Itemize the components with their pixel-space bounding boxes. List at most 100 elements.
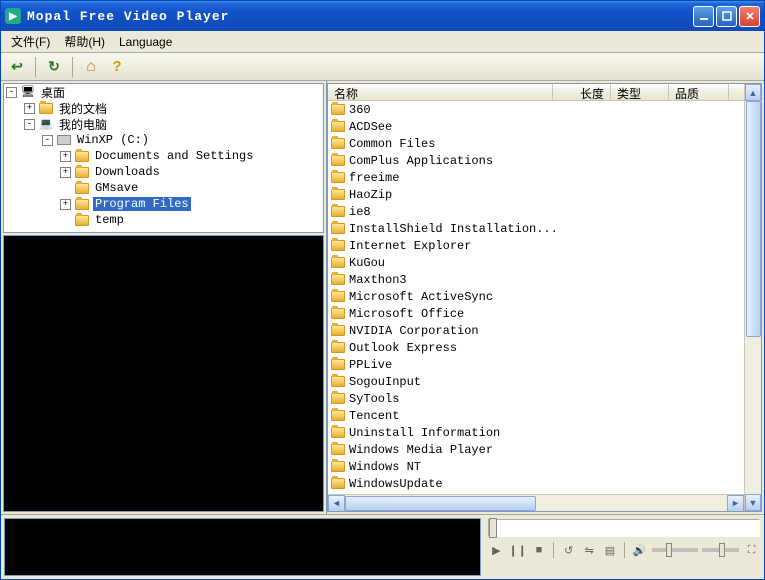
list-item[interactable]: Common Files — [328, 135, 744, 152]
back-button[interactable]: ↩ — [7, 57, 27, 77]
list-body[interactable]: 360 ACDSeeCommon FilesComPlus Application… — [328, 101, 744, 494]
expand-toggle[interactable]: + — [60, 199, 71, 210]
list-item[interactable]: Windows Media Player — [328, 441, 744, 458]
item-name: NVIDIA Corporation — [349, 324, 479, 338]
menu-file[interactable]: 文件(F) — [5, 31, 56, 52]
scroll-track[interactable] — [345, 495, 727, 512]
tree-node[interactable]: GMsave — [4, 180, 323, 196]
expand-toggle[interactable]: - — [42, 135, 53, 146]
list-item[interactable]: SogouInput — [328, 373, 744, 390]
tree-node[interactable]: temp — [4, 212, 323, 228]
menu-language[interactable]: Language — [113, 33, 178, 51]
scroll-up-button[interactable]: ▲ — [745, 84, 761, 101]
expand-toggle[interactable]: + — [24, 103, 35, 114]
list-item[interactable]: freeime — [328, 169, 744, 186]
fullscreen-button[interactable]: ⛶ — [743, 541, 760, 559]
scroll-thumb[interactable] — [345, 496, 536, 511]
tree-node[interactable]: +Downloads — [4, 164, 323, 180]
titlebar[interactable]: ▶ Mopal Free Video Player — [1, 1, 764, 31]
col-quality[interactable]: 品质 — [669, 84, 729, 100]
playlist-button[interactable]: ▤ — [602, 541, 619, 559]
right-pane: 名称 长度 类型 品质 360 ACDSeeCommon FilesComPlus… — [327, 83, 762, 512]
shuffle-button[interactable]: ⇋ — [581, 541, 598, 559]
maximize-button[interactable] — [716, 6, 737, 27]
pause-button[interactable]: ❙❙ — [509, 541, 527, 559]
video-preview[interactable] — [3, 235, 324, 512]
col-name[interactable]: 名称 — [328, 84, 553, 100]
balance-slider[interactable] — [702, 548, 739, 552]
list-item[interactable]: Uninstall Information — [328, 424, 744, 441]
list-item[interactable]: ComPlus Applications — [328, 152, 744, 169]
speaker-icon[interactable]: 🔊 — [631, 541, 648, 559]
toolbar: ↩ ↻ ⌂ ? — [1, 53, 764, 81]
home-button[interactable]: ⌂ — [81, 57, 101, 77]
seek-handle[interactable] — [489, 518, 497, 538]
col-length[interactable]: 长度 — [553, 84, 611, 100]
list-item[interactable]: Outlook Express — [328, 339, 744, 356]
scroll-track[interactable] — [745, 101, 761, 494]
list-item[interactable]: Internet Explorer — [328, 237, 744, 254]
list-item[interactable]: 360 — [328, 101, 744, 118]
folder-icon — [330, 357, 346, 373]
tree-label: Documents and Settings — [93, 149, 255, 163]
folder-icon — [330, 204, 346, 220]
control-row: ▶ ❙❙ ■ ↺ ⇋ ▤ 🔊 ⛶ — [488, 541, 760, 559]
volume-slider[interactable] — [652, 548, 698, 552]
scroll-right-button[interactable]: ► — [727, 495, 744, 512]
list-item[interactable]: Windows NT — [328, 458, 744, 475]
list-item[interactable]: Tencent — [328, 407, 744, 424]
item-name: freeime — [349, 171, 399, 185]
item-name: ACDSee — [349, 120, 392, 134]
tree-node[interactable]: -💻我的电脑 — [4, 116, 323, 132]
list-item[interactable]: KuGou — [328, 254, 744, 271]
item-name: Microsoft Office — [349, 307, 464, 321]
close-button[interactable] — [739, 6, 760, 27]
list-item[interactable]: InstallShield Installation... — [328, 220, 744, 237]
play-button[interactable]: ▶ — [488, 541, 505, 559]
volume-handle[interactable] — [666, 543, 672, 557]
list-item[interactable]: Microsoft Office — [328, 305, 744, 322]
folder-tree[interactable]: -🖥桌面+我的文档-💻我的电脑-WinXP (C:) + Documents and… — [3, 83, 324, 233]
expand-toggle[interactable]: + — [60, 151, 71, 162]
balance-handle[interactable] — [719, 543, 725, 557]
refresh-button[interactable]: ↻ — [44, 57, 64, 77]
scroll-down-button[interactable]: ▼ — [745, 494, 761, 511]
vertical-scrollbar[interactable]: ▲ ▼ — [744, 84, 761, 511]
folder-icon — [38, 100, 54, 116]
list-item[interactable]: WindowsUpdate — [328, 475, 744, 492]
list-item[interactable]: PPLive — [328, 356, 744, 373]
stop-button[interactable]: ■ — [531, 541, 548, 559]
repeat-button[interactable]: ↺ — [560, 541, 577, 559]
folder-icon — [330, 340, 346, 356]
expand-toggle[interactable]: - — [6, 87, 17, 98]
list-item[interactable]: ACDSee — [328, 118, 744, 135]
list-item[interactable]: NVIDIA Corporation — [328, 322, 744, 339]
file-list: 名称 长度 类型 品质 360 ACDSeeCommon FilesComPlus… — [328, 84, 744, 511]
horizontal-scrollbar[interactable]: ◄ ► — [328, 494, 744, 511]
scroll-left-button[interactable]: ◄ — [328, 495, 345, 512]
list-item[interactable]: Maxthon3 — [328, 271, 744, 288]
minimize-button[interactable] — [693, 6, 714, 27]
tree-node[interactable]: -WinXP (C:) — [4, 132, 323, 148]
desktop-icon: 🖥 — [20, 84, 36, 100]
help-button[interactable]: ? — [107, 57, 127, 77]
list-item[interactable]: HaoZip — [328, 186, 744, 203]
expand-toggle[interactable]: - — [24, 119, 35, 130]
list-item[interactable]: SyTools — [328, 390, 744, 407]
folder-icon — [330, 306, 346, 322]
list-item[interactable]: Microsoft ActiveSync — [328, 288, 744, 305]
folder-icon — [330, 187, 346, 203]
tree-node[interactable]: +我的文档 — [4, 100, 323, 116]
tree-label: Program Files — [93, 197, 191, 211]
folder-icon — [330, 442, 346, 458]
expand-toggle[interactable]: + — [60, 167, 71, 178]
seek-bar[interactable] — [488, 519, 760, 537]
tree-node[interactable]: -🖥桌面 — [4, 84, 323, 100]
tree-node[interactable]: + Program Files — [4, 196, 323, 212]
list-item[interactable]: ie8 — [328, 203, 744, 220]
menubar: 文件(F) 帮助(H) Language — [1, 31, 764, 53]
col-type[interactable]: 类型 — [611, 84, 669, 100]
menu-help[interactable]: 帮助(H) — [58, 31, 111, 52]
tree-node[interactable]: + Documents and Settings — [4, 148, 323, 164]
scroll-thumb[interactable] — [746, 101, 761, 337]
